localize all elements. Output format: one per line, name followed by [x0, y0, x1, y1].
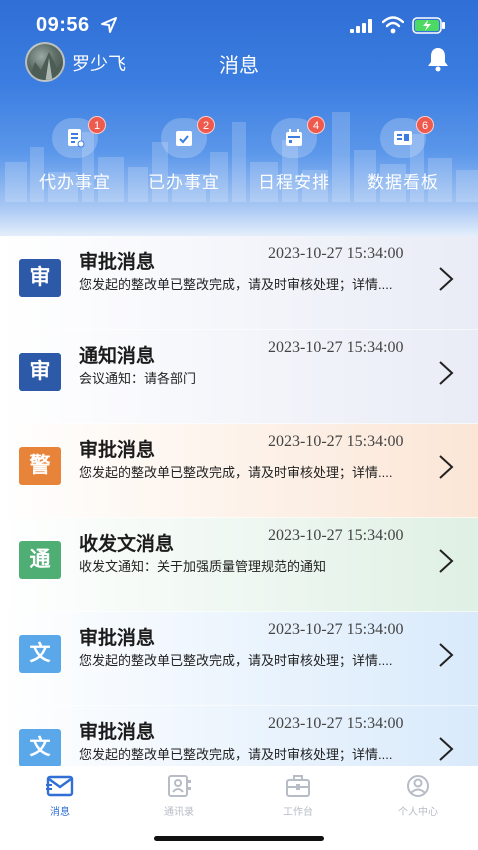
message-body: 您发起的整改单已整改完成，请及时审核处理；详情....	[79, 277, 393, 292]
message-body: 您发起的整改单已整改完成，请及时审核处理；详情....	[79, 465, 393, 480]
checked-calendar-icon	[176, 131, 192, 146]
message-item[interactable]: 通 收发文消息 2023-10-27 15:34:00 收发文通知：关于加强质量…	[0, 518, 478, 612]
quick-action-icon-wrap: 4	[271, 116, 325, 158]
message-body: 您发起的整改单已整改完成，请及时审核处理；详情....	[79, 747, 393, 762]
count-badge: 1	[88, 116, 106, 134]
bell-icon[interactable]	[426, 46, 450, 72]
quick-action-icon-wrap: 6	[380, 116, 434, 158]
cellular-signal-icon	[350, 19, 372, 33]
message-title: 审批消息	[79, 722, 156, 743]
message-item[interactable]: 文 审批消息 2023-10-27 15:34:00 您发起的整改单已整改完成，…	[0, 612, 478, 706]
message-title: 审批消息	[79, 252, 156, 273]
profile-icon	[407, 775, 429, 797]
message-type-badge: 通	[19, 541, 61, 579]
message-item[interactable]: 审 通知消息 2023-10-27 15:34:00 会议通知：请各部门	[0, 330, 478, 424]
message-title: 通知消息	[79, 346, 156, 367]
message-time: 2023-10-27 15:34:00	[268, 245, 404, 262]
briefcase-icon	[286, 775, 310, 797]
chevron-right-icon[interactable]	[437, 454, 455, 480]
tab-label: 消息	[50, 807, 70, 818]
count-badge: 6	[416, 116, 434, 134]
calendar-icon	[286, 129, 302, 146]
tab-label: 工作台	[283, 807, 313, 818]
chevron-right-icon[interactable]	[437, 266, 455, 292]
quick-action-label: 已办事宜	[148, 173, 220, 192]
message-title: 审批消息	[79, 440, 156, 461]
top-nav: 罗少飞 消息	[0, 40, 478, 84]
chevron-right-icon[interactable]	[437, 642, 455, 668]
count-badge: 4	[307, 116, 325, 134]
message-item[interactable]: 审 审批消息 2023-10-27 15:34:00 您发起的整改单已整改完成，…	[0, 236, 478, 330]
message-time: 2023-10-27 15:34:00	[268, 433, 404, 450]
document-icon	[68, 129, 85, 148]
quick-action-label: 数据看板	[367, 173, 439, 192]
dashboard-icon	[394, 131, 412, 145]
page-title: 消息	[219, 55, 259, 77]
tab-contacts[interactable]: 通讯录	[139, 774, 219, 818]
message-body: 会议通知：请各部门	[79, 371, 197, 386]
quick-action-dashboard[interactable]: 6 数据看板	[348, 116, 458, 193]
message-type-badge: 文	[19, 635, 61, 673]
tab-workbench[interactable]: 工作台	[258, 774, 338, 818]
chevron-right-icon[interactable]	[437, 548, 455, 574]
chevron-right-icon[interactable]	[437, 360, 455, 386]
tab-messages[interactable]: 消息	[20, 774, 100, 818]
chevron-right-icon[interactable]	[437, 736, 455, 762]
tab-label: 通讯录	[164, 807, 194, 818]
message-time: 2023-10-27 15:34:00	[268, 339, 404, 356]
quick-action-done[interactable]: 2 已办事宜	[129, 116, 239, 193]
count-badge: 2	[197, 116, 215, 134]
quick-action-icon-wrap: 1	[52, 116, 106, 158]
header: 09:56 罗少飞 消息 1 代办事宜 2 已办事宜 4 日程安排 6 数据看板	[0, 0, 478, 236]
mail-icon	[46, 775, 74, 797]
message-item[interactable]: 文 审批消息 2023-10-27 15:34:00 您发起的整改单已整改完成，…	[0, 706, 478, 766]
message-list[interactable]: 审 审批消息 2023-10-27 15:34:00 您发起的整改单已整改完成，…	[0, 236, 478, 766]
tab-profile[interactable]: 个人中心	[378, 774, 458, 818]
status-time: 09:56	[36, 14, 90, 36]
quick-action-label: 日程安排	[258, 173, 330, 192]
contacts-icon	[168, 775, 191, 797]
message-title: 审批消息	[79, 628, 156, 649]
message-body: 您发起的整改单已整改完成，请及时审核处理；详情....	[79, 653, 393, 668]
quick-action-schedule[interactable]: 4 日程安排	[239, 116, 349, 193]
location-arrow-icon	[101, 17, 117, 33]
tab-label: 个人中心	[398, 807, 438, 818]
quick-action-label: 代办事宜	[39, 173, 111, 192]
wifi-icon	[382, 16, 404, 34]
message-time: 2023-10-27 15:34:00	[268, 527, 404, 544]
quick-action-icon-wrap: 2	[161, 116, 215, 158]
message-type-badge: 文	[19, 729, 61, 766]
message-type-badge: 审	[19, 353, 61, 391]
message-type-badge: 警	[19, 447, 61, 485]
message-item[interactable]: 警 审批消息 2023-10-27 15:34:00 您发起的整改单已整改完成，…	[0, 424, 478, 518]
battery-charging-icon	[412, 17, 445, 34]
quick-action-todo[interactable]: 1 代办事宜	[20, 116, 130, 193]
message-type-badge: 审	[19, 259, 61, 297]
message-time: 2023-10-27 15:34:00	[268, 621, 404, 638]
message-time: 2023-10-27 15:34:00	[268, 715, 404, 732]
message-title: 收发文消息	[79, 534, 175, 555]
message-body: 收发文通知：关于加强质量管理规范的通知	[79, 559, 327, 574]
home-indicator	[154, 836, 324, 841]
